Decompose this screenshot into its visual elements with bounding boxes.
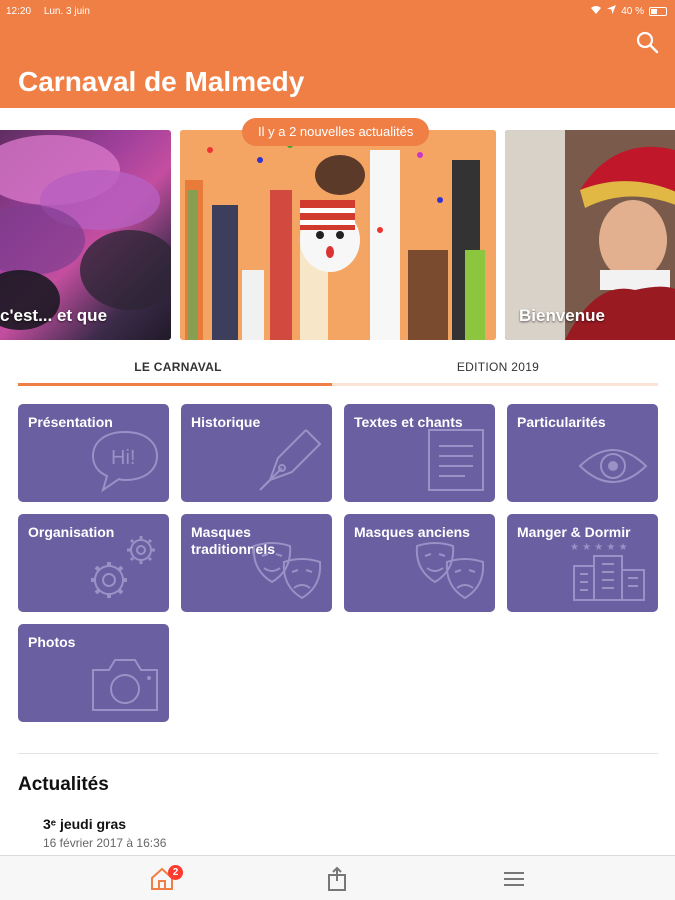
new-news-pill[interactable]: Il y a 2 nouvelles actualités [242, 118, 430, 146]
status-date: Lun. 3 juin [43, 5, 90, 17]
tile-particularites[interactable]: Particularités [507, 404, 658, 502]
tile-organisation[interactable]: Organisation [18, 514, 169, 612]
carousel-slide[interactable]: c'est... et que [0, 130, 171, 340]
app-header: 12:20 Lun. 3 juin 40 % Carnaval de Malme… [0, 0, 675, 108]
section-tabs: LE CARNAVAL EDITION 2019 [18, 355, 658, 387]
slide-caption: Bienvenue [519, 306, 605, 325]
tile-masques-traditionnels[interactable]: Masques traditionnels [181, 514, 332, 612]
tile-manger-dormir[interactable]: Manger & Dormir ★ ★ ★ ★ ★ [507, 514, 658, 612]
news-section-title: Actualités [18, 774, 109, 795]
eye-icon [578, 449, 648, 483]
speech-bubble-icon: Hi! [91, 430, 159, 493]
bottom-nav [0, 855, 675, 900]
news-list-item[interactable]: 3ᵉ jeudi gras 16 février 2017 à 16:36 [43, 816, 166, 850]
tab-edition-2019[interactable]: EDITION 2019 [338, 355, 658, 379]
carnival-hands-illustration [180, 130, 496, 340]
tile-label: Particularités [517, 414, 606, 430]
news-item-title: 3ᵉ jeudi gras [43, 816, 127, 832]
svg-text:★ ★ ★ ★ ★: ★ ★ ★ ★ ★ [570, 542, 628, 553]
share-icon[interactable] [324, 866, 350, 892]
menu-icon[interactable] [501, 866, 527, 892]
tile-photos[interactable]: Photos [18, 624, 169, 722]
tab-underline-active [18, 383, 332, 386]
document-icon [428, 429, 484, 491]
tab-le-carnaval[interactable]: LE CARNAVAL [18, 355, 338, 379]
carousel-slide[interactable]: Bienvenue [505, 130, 675, 340]
page-title: Carnaval de Malmedy [18, 66, 305, 97]
tile-historique[interactable]: Historique [181, 404, 332, 502]
status-bar: 12:20 Lun. 3 juin 40 % [6, 4, 667, 18]
svg-text:Hi!: Hi! [111, 447, 135, 469]
tile-label: Photos [28, 634, 76, 650]
slide-caption: c'est... et que [0, 306, 108, 325]
notification-badge: 2 [168, 865, 183, 880]
theater-masks-icon [252, 542, 322, 600]
section-divider [18, 753, 658, 754]
hotel-buildings-icon: ★ ★ ★ ★ ★ [570, 542, 645, 601]
fountain-pen-icon [259, 429, 322, 491]
gears-icon [91, 536, 155, 598]
carousel-slide[interactable] [180, 130, 496, 340]
battery-icon [649, 6, 667, 16]
tile-masques-anciens[interactable]: Masques anciens [344, 514, 495, 612]
tile-presentation[interactable]: Présentation Hi! [18, 404, 169, 502]
theater-masks-icon [415, 542, 485, 600]
status-time: 12:20 [6, 5, 32, 17]
camera-icon [92, 659, 158, 711]
tile-label: Masques anciens [354, 524, 470, 540]
carousel[interactable]: c'est... et que Bienvenue [0, 130, 675, 340]
tile-textes-et-chants[interactable]: Textes et chants [344, 404, 495, 502]
news-item-date: 16 février 2017 à 16:36 [43, 836, 167, 850]
wifi-icon [590, 5, 602, 18]
location-icon [607, 5, 617, 17]
battery-percent: 40 % [621, 5, 644, 17]
search-icon[interactable] [635, 30, 659, 54]
